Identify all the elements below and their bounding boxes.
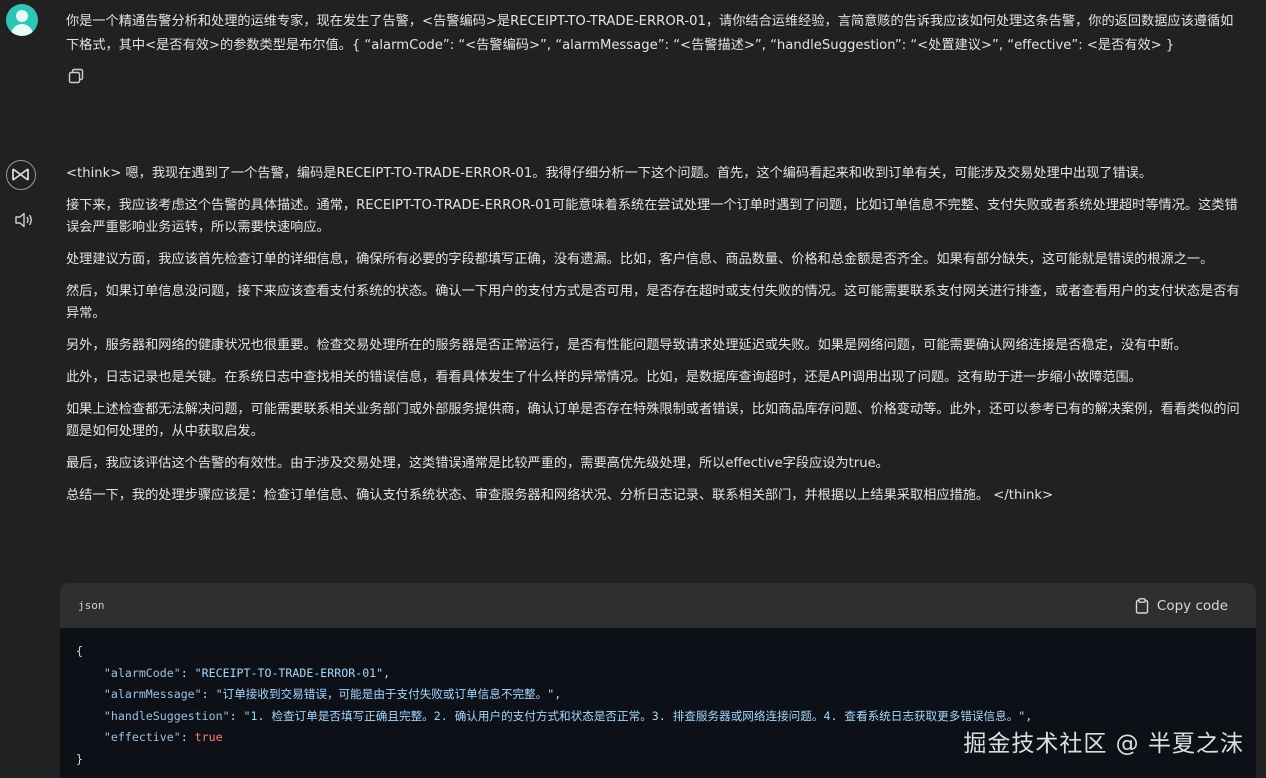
assistant-reply: <think> 嗯，我现在遇到了一个告警，编码是RECEIPT-TO-TRADE… <box>66 163 1246 517</box>
code-open-brace: { <box>76 644 83 658</box>
reply-paragraph: 处理建议方面，我应该首先检查订单的详细信息，确保所有必要的字段都填写正确，没有遗… <box>66 252 1214 267</box>
reply-paragraph: 另外，服务器和网络的健康状况也很重要。检查交易处理所在的服务器是否正常运行，是否… <box>66 338 1187 353</box>
code-close-brace: } <box>76 751 83 766</box>
watermark: 掘金技术社区 @ 半夏之沫 <box>963 731 1244 757</box>
user-avatar <box>6 4 38 36</box>
code-key: "alarmMessage" <box>103 687 202 701</box>
code-trail: , <box>383 665 391 680</box>
reply-paragraph: 接下来，我应该考虑这个告警的具体描述。通常，RECEIPT-TO-TRADE-E… <box>66 198 1238 235</box>
reply-paragraph: 如果上述检查都无法解决问题，可能需要联系相关业务部门或外部服务提供商，确认订单是… <box>66 402 1240 439</box>
reply-paragraph: 总结一下，我的处理步骤应该是：检查订单信息、确认支付系统状态、审查服务器和网络状… <box>66 488 1054 503</box>
deepseek-logo-icon <box>12 168 29 181</box>
code-key: "handleSuggestion" <box>103 708 230 723</box>
reply-paragraph: 然后，如果订单信息没问题，接下来应该查看支付系统的状态。确认一下用户的支付方式是… <box>66 284 1240 321</box>
code-key: "alarmCode" <box>103 665 181 680</box>
copy-code-label: Copy code <box>1156 597 1228 614</box>
code-value: true <box>194 730 223 744</box>
code-trail: , <box>554 687 562 701</box>
speaker-icon[interactable] <box>14 211 34 229</box>
reply-paragraph: 最后，我应该评估这个告警的有效性。由于涉及交易处理，这类错误通常是比较严重的，需… <box>66 456 889 471</box>
code-value: "1. 检查订单是否填写正确且完整。2. 确认用户的支付方式和状态是否正常。3.… <box>243 708 1026 723</box>
code-value: "RECEIPT-TO-TRADE-ERROR-01" <box>194 665 384 680</box>
copy-code-button[interactable]: Copy code <box>1135 598 1238 614</box>
code-value: "订单接收到交易错误，可能是由于支付失败或订单信息不完整。" <box>215 687 555 701</box>
code-key: "effective" <box>103 730 181 744</box>
reply-paragraph: <think> 嗯，我现在遇到了一个告警，编码是RECEIPT-TO-TRADE… <box>66 166 1153 181</box>
chat-page: 你是一个精通告警分析和处理的运维专家，现在发生了告警，<告警编码>是RECEIP… <box>0 0 1266 778</box>
code-trail: , <box>1025 708 1033 723</box>
assistant-avatar <box>6 160 36 190</box>
code-language-label: json <box>78 599 105 612</box>
code-header: json Copy code <box>60 583 1256 628</box>
user-message-text: 你是一个精通告警分析和处理的运维专家，现在发生了告警，<告警编码>是RECEIP… <box>66 14 1234 53</box>
clipboard-icon <box>1135 597 1149 614</box>
reply-paragraph: 此外，日志记录也是关键。在系统日志中查找相关的错误信息，看看具体发生了什么样的异… <box>66 370 1142 385</box>
copy-icon[interactable] <box>67 67 85 85</box>
